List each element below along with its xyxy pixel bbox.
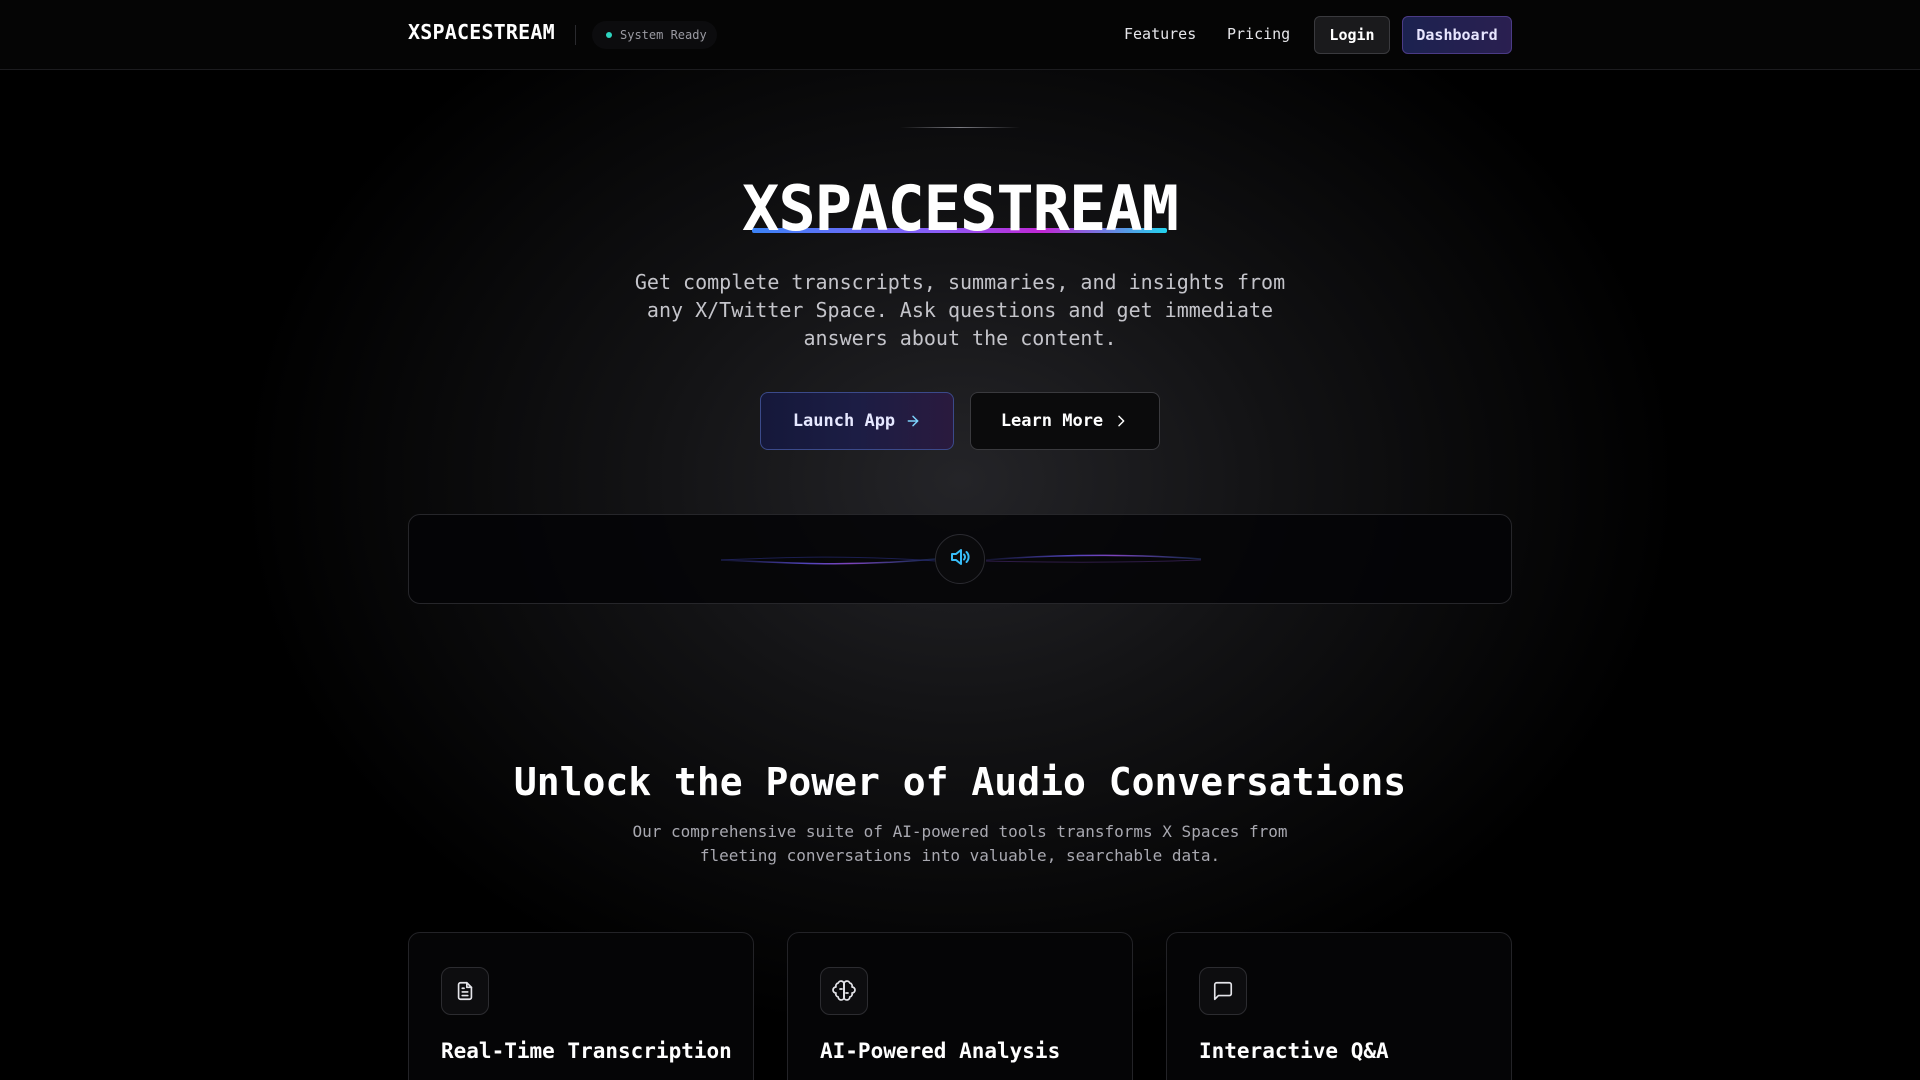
hero-title: XSPACESTREAM xyxy=(742,172,1179,245)
waveform-right-line xyxy=(985,554,1202,561)
nav-link-features[interactable]: Features xyxy=(1124,25,1196,43)
status-dot-icon xyxy=(606,32,612,38)
feature-card-title: Real-Time Transcription xyxy=(441,1039,732,1063)
document-icon xyxy=(441,967,489,1015)
top-nav: XSPACESTREAM System Ready Features Prici… xyxy=(0,0,1920,70)
learn-more-label: Learn More xyxy=(1000,411,1104,431)
hero-subtitle: Get complete transcripts, summaries, and… xyxy=(634,270,1286,350)
landing-page: XSPACESTREAM System Ready Features Prici… xyxy=(0,0,1920,1080)
nav-divider xyxy=(575,25,576,45)
waveform-right-echo xyxy=(985,559,1202,563)
chat-bubble-icon xyxy=(1199,967,1247,1015)
launch-app-label: Launch App xyxy=(792,411,896,431)
feature-card-analysis[interactable]: AI-Powered Analysis xyxy=(787,932,1133,1080)
launch-app-button[interactable]: Launch App xyxy=(760,392,954,450)
status-badge: System Ready xyxy=(592,21,717,49)
feature-card-qa[interactable]: Interactive Q&A xyxy=(1166,932,1512,1080)
login-button[interactable]: Login xyxy=(1314,16,1390,54)
arrow-right-icon xyxy=(905,413,921,429)
hero-divider-line xyxy=(900,127,1020,128)
status-text: System Ready xyxy=(620,28,707,42)
feature-card-title: Interactive Q&A xyxy=(1199,1039,1389,1063)
feature-card-title: AI-Powered Analysis xyxy=(820,1039,1061,1063)
speaker-icon xyxy=(948,545,972,573)
features-title: Unlock the Power of Audio Conversations xyxy=(513,760,1407,804)
features-subtitle: Our comprehensive suite of AI-powered to… xyxy=(632,822,1288,865)
waveform-left-line xyxy=(720,558,937,565)
dashboard-button[interactable]: Dashboard xyxy=(1402,16,1512,54)
chevron-right-icon xyxy=(1113,413,1129,429)
learn-more-button[interactable]: Learn More xyxy=(970,392,1160,450)
waveform-left-echo xyxy=(720,556,937,562)
brain-icon xyxy=(820,967,868,1015)
feature-card-transcription[interactable]: Real-Time Transcription xyxy=(408,932,754,1080)
audio-play-button[interactable] xyxy=(935,534,985,584)
nav-link-pricing[interactable]: Pricing xyxy=(1227,25,1290,43)
brand-logo[interactable]: XSPACESTREAM xyxy=(408,20,555,44)
